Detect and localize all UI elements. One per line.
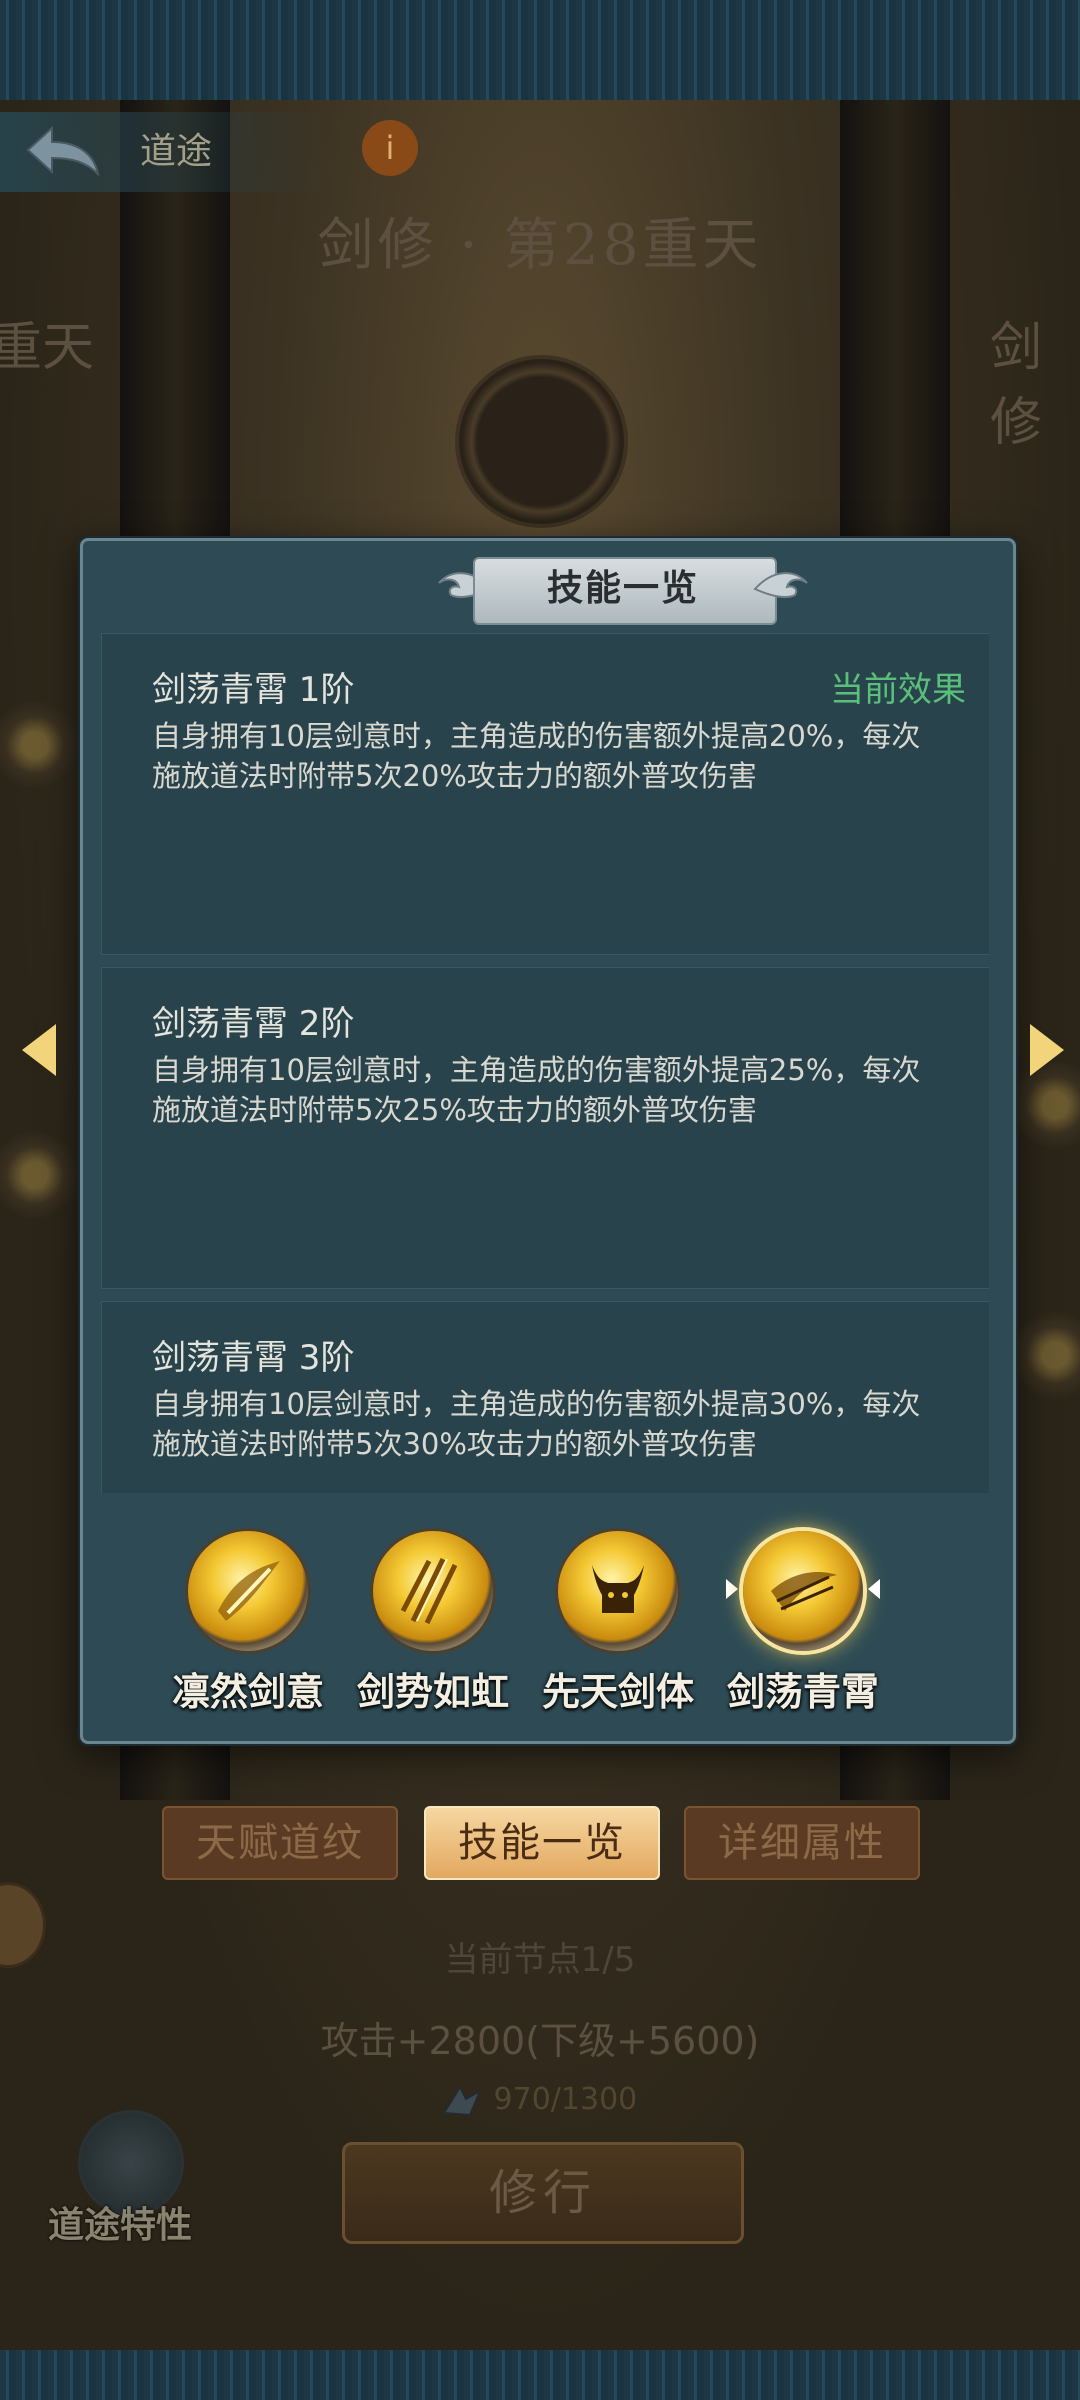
- realm-title: 剑修 · 第28重天: [317, 213, 763, 278]
- skill-tab-selected[interactable]: 剑荡青霄: [708, 1531, 898, 1731]
- back-arrow-icon[interactable]: [22, 120, 102, 180]
- skill-tabs-row: 凛然剑意 剑势如虹 先天剑体 剑荡青霄: [83, 1531, 1013, 1731]
- skill-tab-label: 剑荡青霄: [726, 1670, 879, 1714]
- tab-skill-overview[interactable]: 技能一览: [424, 1806, 660, 1880]
- path-trait-label[interactable]: 道途特性: [48, 2196, 192, 2248]
- skill-tab[interactable]: 先天剑体: [523, 1531, 713, 1731]
- cultivation-resource-icon: [442, 2084, 483, 2116]
- sword-slash-icon: [743, 1531, 863, 1651]
- cultivate-button[interactable]: 修行: [342, 2142, 744, 2244]
- selected-right-marker: [868, 1579, 880, 1599]
- bottom-status-strip: [0, 2350, 1080, 2400]
- current-effect-label: 当前效果: [830, 670, 966, 710]
- skill-level-name: 剑荡青霄 1阶: [152, 670, 355, 710]
- tab-talent-pattern[interactable]: 天赋道纹: [162, 1806, 398, 1880]
- skill-tab-label: 剑势如虹: [356, 1670, 509, 1714]
- attack-bonus-text: 攻击+2800(下级+5600): [320, 2019, 760, 2063]
- skill-level-name: 剑荡青霄 3阶: [152, 1338, 355, 1378]
- cultivation-progress: 970/1300: [440, 2082, 637, 2119]
- skill-level-card: 剑荡青霄 2阶 自身拥有10层剑意时，主角造成的伤害额外提高25%，每次施放道法…: [101, 967, 989, 1289]
- progress-value: 970/1300: [493, 2082, 638, 2117]
- sword-rain-icon: [373, 1531, 493, 1651]
- dialog-header: 技能一览: [433, 557, 813, 625]
- skill-level-card: 剑荡青霄 1阶 当前效果 自身拥有10层剑意时，主角造成的伤害额外提高20%，每…: [101, 633, 989, 955]
- skill-tab-label: 凛然剑意: [171, 1670, 324, 1714]
- skill-overview-dialog: 技能一览 剑荡青霄 1阶 当前效果 自身拥有10层剑意时，主角造成的伤害额外提高…: [80, 538, 1016, 1744]
- skill-tab-label: 先天剑体: [541, 1670, 694, 1714]
- right-realm-title: 剑修: [990, 318, 1043, 453]
- back-label: 道途: [140, 131, 213, 172]
- selected-left-marker: [726, 1579, 738, 1599]
- tab-detailed-attributes[interactable]: 详细属性: [684, 1806, 920, 1880]
- skill-level-description: 自身拥有10层剑意时，主角造成的伤害额外提高20%，每次施放道法时附带5次20%…: [152, 719, 921, 793]
- prev-arrow-icon[interactable]: [22, 1024, 56, 1076]
- next-arrow-icon[interactable]: [1030, 1024, 1064, 1076]
- skill-tab[interactable]: 剑势如虹: [338, 1531, 528, 1731]
- info-icon[interactable]: i: [362, 120, 418, 176]
- sword-swirl-icon: [188, 1531, 308, 1651]
- current-node-text: 当前节点1/5: [444, 1940, 636, 1980]
- skill-level-description: 自身拥有10层剑意时，主角造成的伤害额外提高30%，每次施放道法时附带5次30%…: [152, 1387, 921, 1461]
- skill-level-name: 剑荡青霄 2阶: [152, 1004, 355, 1044]
- top-status-strip: [0, 0, 1080, 100]
- dialog-title: 技能一览: [546, 568, 699, 609]
- skill-level-description: 自身拥有10层剑意时，主角造成的伤害额外提高25%，每次施放道法时附带5次25%…: [152, 1053, 921, 1127]
- left-realm-title: 重天: [0, 318, 95, 378]
- skill-tab[interactable]: 凛然剑意: [153, 1531, 343, 1731]
- horned-demon-icon: [558, 1531, 678, 1651]
- realm-emblem-icon: [455, 355, 628, 528]
- skill-level-card: 剑荡青霄 3阶 自身拥有10层剑意时，主角造成的伤害额外提高30%，每次施放道法…: [101, 1301, 989, 1493]
- skill-level-list[interactable]: 剑荡青霄 1阶 当前效果 自身拥有10层剑意时，主角造成的伤害额外提高20%，每…: [101, 633, 989, 1493]
